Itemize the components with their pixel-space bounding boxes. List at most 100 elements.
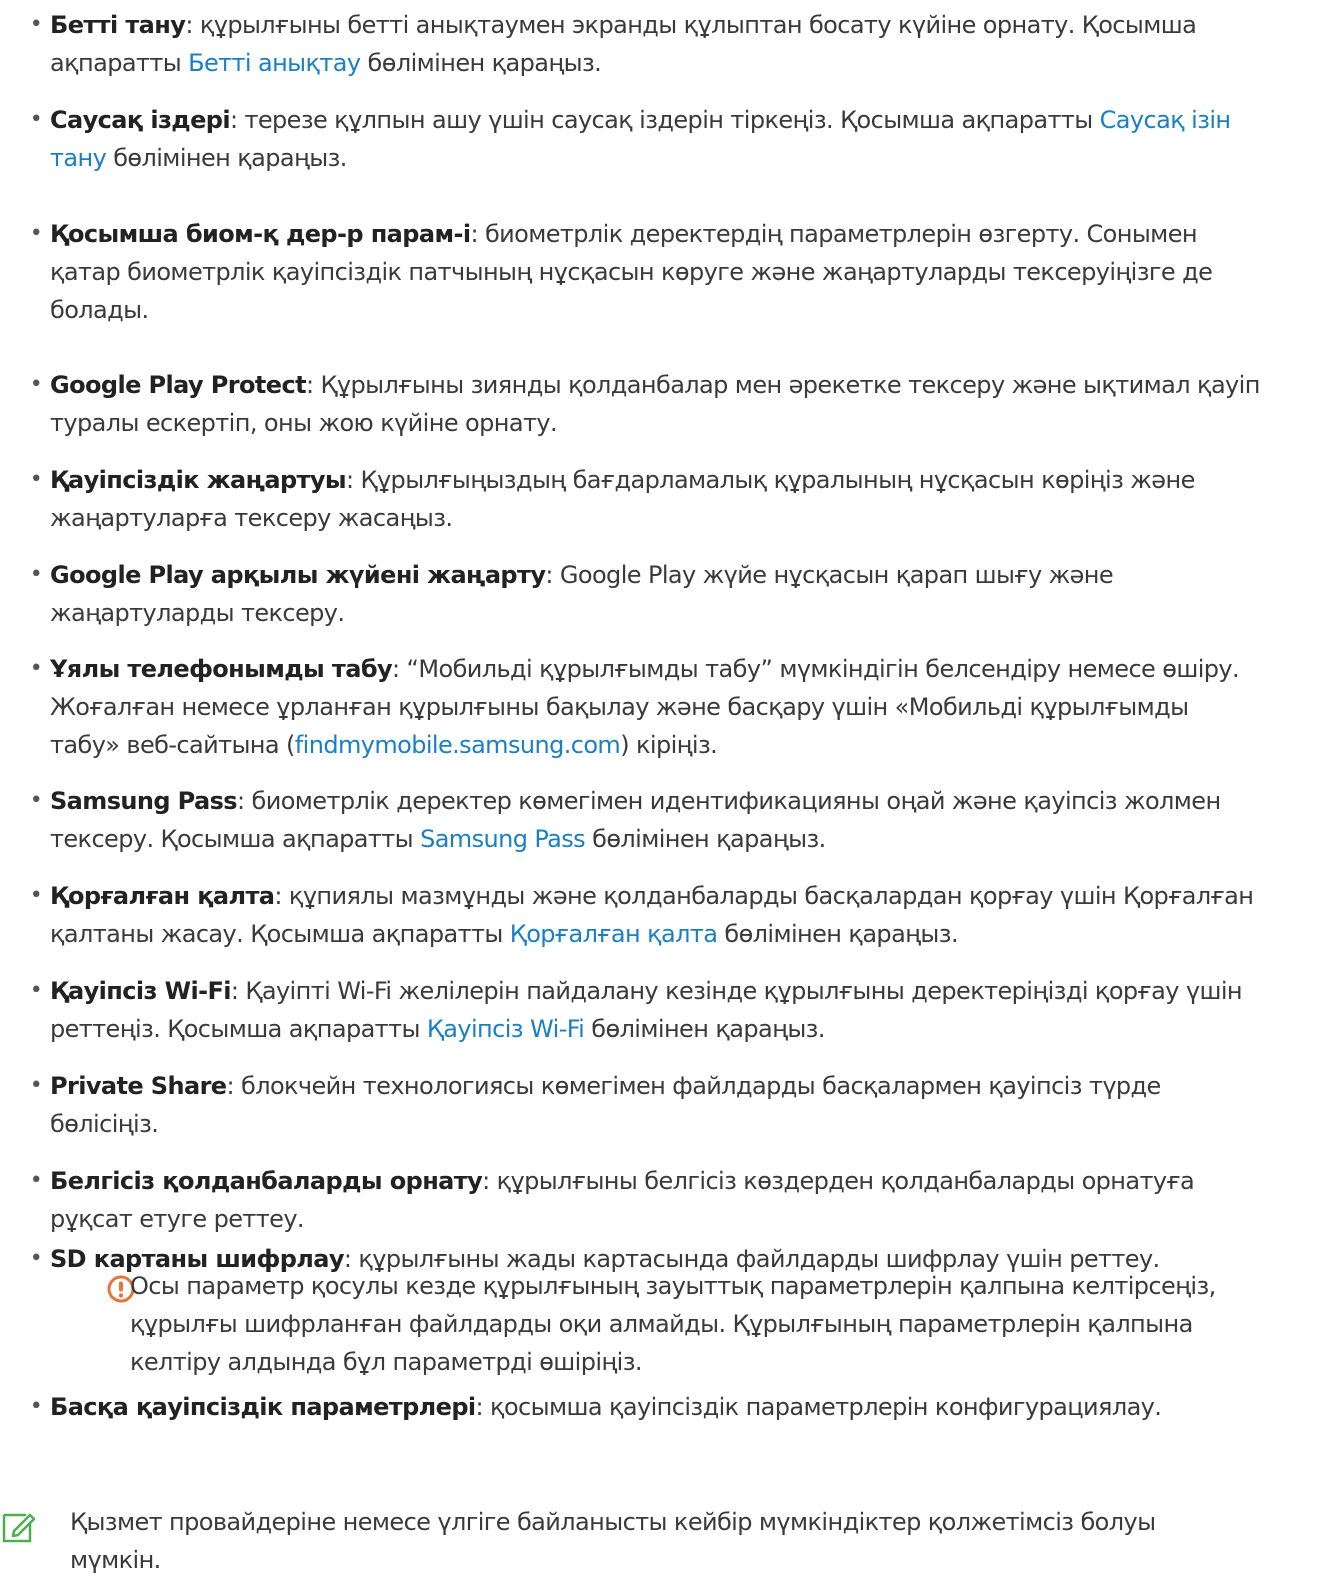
item-description: жаңартуларға тексеру жасаңыз. <box>50 504 453 532</box>
item-description: бөлімінен қараңыз. <box>106 144 347 172</box>
item-description: реттеңіз. Қосымша ақпаратты <box>50 1015 427 1043</box>
item-line: Samsung Pass: биометрлік деректер көмегі… <box>50 782 1221 820</box>
item-description: : биометрлік деректер көмегімен идентифи… <box>237 787 1221 815</box>
item-text: Қорғалған қалта : құпиялы мазмұнды және қ… <box>50 877 1254 953</box>
item-text: Private Share: блокчейн технологиясы көм… <box>50 1067 1161 1143</box>
item-line: тексеру. Қосымша ақпаратты Samsung Pass … <box>50 820 1221 858</box>
item-line: қалтаны жасау. Қосымша ақпаратты Қорғалғ… <box>50 915 1253 953</box>
item-term: Private Share <box>50 1072 227 1100</box>
item-line: тану бөлімінен қараңыз. <box>50 139 1231 177</box>
warning-text: Осы параметр қосулы кезде құрылғының зау… <box>130 1267 1216 1381</box>
item-line: ақпаратты Бетті анықтау бөлімінен қараңы… <box>50 44 1196 82</box>
item-line: табу» веб-сайтына (findmymobile.samsung.… <box>50 726 1239 764</box>
item-description: бөлісіңіз. <box>50 1110 159 1138</box>
item-description: Жоғалған немесе ұрланған құрылғыны бақыл… <box>50 693 1189 721</box>
cross-reference-link[interactable]: Samsung Pass <box>420 825 586 853</box>
item-text: Samsung Pass: биометрлік деректер көмегі… <box>50 782 1221 858</box>
item-description: : Құрылғыны зиянды қолданбалар мен әреке… <box>305 371 1260 399</box>
item-description: : құрылғыны белгісіз көздерден қолданбал… <box>482 1167 1195 1195</box>
note-line: мүмкін. <box>70 1546 161 1574</box>
item-description: бөлімінен қараңыз. <box>585 825 826 853</box>
bullet-icon: • <box>29 562 43 587</box>
item-line: болады. <box>50 291 1212 329</box>
bullet-icon: • <box>29 883 43 908</box>
item-line: реттеңіз. Қосымша ақпаратты Қауіпсіз Wi-… <box>50 1010 1242 1048</box>
item-description: табу» веб-сайтына ( <box>50 731 295 759</box>
warning-line: құрылғы шифрланған файлдарды оқи алмайды… <box>130 1310 1193 1338</box>
item-text: Google Play Protect: Құрылғыны зиянды қо… <box>50 366 1260 442</box>
item-description: рұқсат етуге реттеу. <box>50 1205 305 1233</box>
item-text: Қосымша биом-қ дер-р парам-і: биометрлік… <box>50 215 1213 329</box>
cross-reference-link[interactable]: Саусақ ізін <box>1100 106 1231 134</box>
settings-security-page: • Бетті тану: құрылғыны бетті анықтаумен … <box>0 0 1326 1574</box>
item-term: Google Play арқылы жүйені жаңарту <box>50 561 546 589</box>
item-line: рұқсат етуге реттеу. <box>50 1200 1194 1238</box>
item-line: Басқа қауіпсіздік параметрлері: қосымша … <box>50 1388 1162 1426</box>
item-description: : Қауіпті Wi-Fi желілерін пайдалану кезі… <box>230 977 1243 1005</box>
item-text: Google Play арқылы жүйені жаңарту: Googl… <box>50 556 1114 632</box>
bullet-icon: • <box>29 656 43 681</box>
bullet-icon: • <box>29 467 43 492</box>
item-term: Samsung Pass <box>50 787 238 815</box>
item-text: Қауіпсіз Wi-Fi: Қауіпті Wi-Fi желілерін … <box>50 972 1243 1048</box>
item-line: бөлісіңіз. <box>50 1105 1161 1143</box>
item-text: Басқа қауіпсіздік параметрлері: қосымша … <box>50 1388 1162 1426</box>
note-line: Қызмет провайдеріне немесе үлгіге байлан… <box>70 1508 1156 1536</box>
item-description: : терезе құлпын ашу үшін саусақ іздерін … <box>229 106 1100 134</box>
bullet-icon: • <box>29 1073 43 1098</box>
bullet-icon: • <box>29 1394 43 1419</box>
item-term: Белгісіз қолданбаларды орнату <box>50 1167 483 1195</box>
item-term: Қауіпсіз Wi-Fi <box>50 977 231 1005</box>
item-description: : блокчейн технологиясы көмегімен файлда… <box>226 1072 1161 1100</box>
item-description: туралы ескертіп, оны жою күйіне орнату. <box>50 409 558 437</box>
item-line: Google Play Protect: Құрылғыны зиянды қо… <box>50 366 1260 404</box>
item-line: Қауіпсіз Wi-Fi: Қауіпті Wi-Fi желілерін … <box>50 972 1243 1010</box>
note-pencil-icon <box>0 1509 36 1545</box>
item-description: : Құрылғыңыздың бағдарламалық құралының … <box>346 466 1195 494</box>
cross-reference-link[interactable]: Қауіпсіз Wi-Fi <box>427 1015 585 1043</box>
item-text: Саусақ іздері: терезе құлпын ашу үшін са… <box>50 101 1231 177</box>
item-description: бөлімінен қараңыз. <box>717 920 958 948</box>
item-line: жаңартуларды тексеру. <box>50 594 1113 632</box>
item-line: қатар биометрлік қауіпсіздік патчының нұ… <box>50 253 1213 291</box>
item-term: Google Play Protect <box>50 371 307 399</box>
item-line: Қорғалған қалта: құпиялы мазмұнды және қ… <box>50 877 1254 915</box>
bullet-icon: • <box>29 1168 43 1193</box>
cross-reference-link[interactable]: Қорғалған қалта <box>510 920 718 948</box>
item-line: Private Share: блокчейн технологиясы көм… <box>50 1067 1161 1105</box>
item-term: Қосымша биом-қ дер-р парам-і <box>50 220 471 248</box>
item-description: : құпиялы мазмұнды және қолданбаларды ба… <box>274 882 1254 910</box>
cross-reference-link[interactable]: тану <box>50 144 107 172</box>
item-text: Белгісіз қолданбаларды орнату: құрылғыны… <box>50 1162 1195 1238</box>
item-description: жаңартуларды тексеру. <box>50 599 345 627</box>
bullet-icon: • <box>29 372 43 397</box>
bullet-icon: • <box>29 1246 43 1271</box>
item-term: Саусақ іздері <box>50 106 231 134</box>
item-description: ) кіріңіз. <box>620 731 718 759</box>
cross-reference-link[interactable]: Бетті анықтау <box>188 49 361 77</box>
bullet-icon: • <box>29 978 43 1003</box>
item-line: Қосымша биом-қ дер-р парам-і: биометрлік… <box>50 215 1212 253</box>
item-description: тексеру. Қосымша ақпаратты <box>50 825 421 853</box>
warning-line: Осы параметр қосулы кезде құрылғының зау… <box>130 1272 1216 1300</box>
item-description: болады. <box>50 296 149 324</box>
item-text: Бетті тану: құрылғыны бетті анықтаумен э… <box>50 6 1197 82</box>
item-description: қатар биометрлік қауіпсіздік патчының нұ… <box>50 258 1213 286</box>
item-description: : Google Play жүйе нұсқасын қарап шығу ж… <box>545 561 1114 589</box>
bullet-icon: • <box>29 221 43 246</box>
item-description: қалтаны жасау. Қосымша ақпаратты <box>50 920 510 948</box>
item-term: Бетті тану <box>50 11 186 39</box>
bullet-icon: • <box>29 12 43 37</box>
item-description: бөлімінен қараңыз. <box>360 49 602 77</box>
item-description: : қосымша қауіпсіздік параметрлерін конф… <box>475 1393 1162 1421</box>
item-description: : биометрлік деректердің параметрлерін ө… <box>470 220 1197 248</box>
cross-reference-link[interactable]: findmymobile.samsung.com <box>295 731 621 759</box>
item-description: : “Мобильді құрылғымды табу” мүмкіндігін… <box>392 655 1240 683</box>
item-line: Ұялы телефонымды табу: “Мобильді құрылғы… <box>50 650 1240 688</box>
item-description: ақпаратты <box>50 49 189 77</box>
item-line: Бетті тану: құрылғыны бетті анықтаумен э… <box>50 6 1197 44</box>
item-description: : құрылғыны бетті анықтаумен экранды құл… <box>185 11 1197 39</box>
item-line: туралы ескертіп, оны жою күйіне орнату. <box>50 404 1260 442</box>
item-term: Ұялы телефонымды табу <box>50 655 393 683</box>
item-line: Жоғалған немесе ұрланған құрылғыны бақыл… <box>50 688 1239 726</box>
